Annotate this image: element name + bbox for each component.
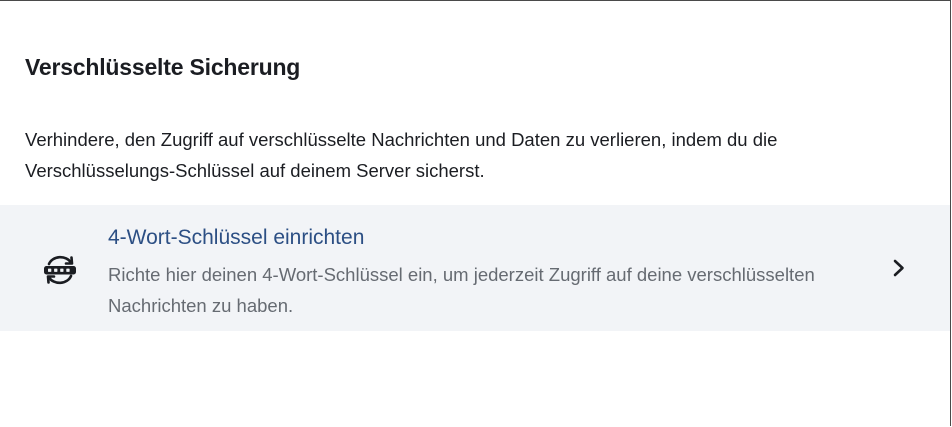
section-title: Verschlüsselte Sicherung: [25, 54, 301, 80]
section-description: Verhindere, den Zugriff auf verschlüssel…: [25, 129, 778, 181]
setup-four-word-key-button[interactable]: 4-Wort-Schlüssel einrichten Richte hier …: [0, 205, 950, 331]
chevron-right-icon: [889, 257, 909, 279]
key-rotate-icon: [42, 253, 78, 287]
action-description: Richte hier deinen 4-Wort-Schlüssel ein,…: [108, 264, 815, 316]
action-title: 4-Wort-Schlüssel einrichten: [108, 226, 365, 249]
